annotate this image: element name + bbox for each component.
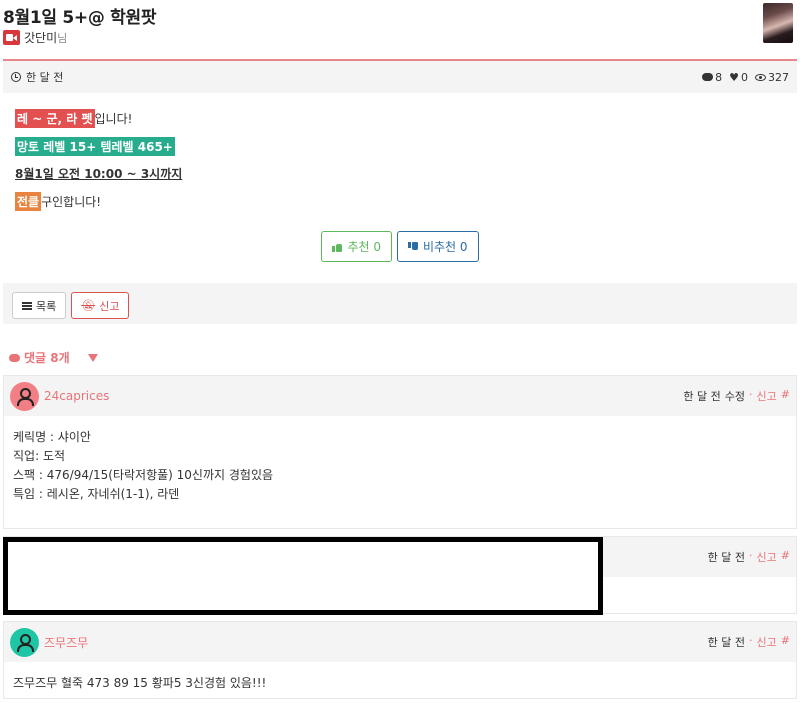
list-button[interactable]: 목록: [12, 292, 67, 319]
like-count: 0: [741, 70, 748, 84]
highlight-text: 망토 레벨 15+ 템레벨 465+: [15, 136, 175, 156]
schedule-text: 8월1일 오전 10:00 ~ 3시까지: [15, 167, 183, 182]
bell-slash-icon: 🔕︎: [81, 299, 96, 312]
post-line: 전클 구인합니다!: [15, 188, 785, 216]
report-button[interactable]: 🔕︎ 신고: [71, 292, 130, 319]
post-actions: 목록 🔕︎ 신고: [12, 292, 130, 319]
comment-line: 특임 : 레시온, 자네쉬(1-1), 라덴: [13, 487, 180, 501]
post-text: 입니다!: [94, 112, 133, 127]
comment-item: 즈무즈무 한 달 전 · 신고 # 즈무즈무 혈죽 473 89 15 황파5 …: [3, 621, 797, 699]
clock-icon: [11, 72, 21, 82]
highlight-text: 레 ~ 군, 라 펫: [15, 109, 95, 129]
comment-header: 즈무즈무 한 달 전 · 신고 #: [4, 622, 796, 662]
meta-separator: ·: [749, 634, 753, 647]
commenter-name[interactable]: 즈무즈무: [44, 634, 88, 651]
thumbs-down-icon: [407, 241, 418, 252]
comment-count: 8: [715, 70, 723, 84]
comment-anchor-link[interactable]: #: [781, 388, 790, 404]
downvote-button[interactable]: 비추천 0: [396, 231, 479, 262]
author-row: 갓단미 님: [3, 29, 67, 46]
comment-report-link[interactable]: 신고: [757, 634, 777, 650]
post-title: 8월1일 5+@ 학원팟: [3, 8, 157, 28]
comment-body: 케릭명 : 샤이안 직업: 도적 스팩 : 476/94/15(타락저항풀) 1…: [4, 416, 796, 516]
comment-item: 24caprices 한 달 전 수정 · 신고 # 케릭명 : 샤이안 직업:…: [3, 375, 797, 529]
upvote-label: 추천 0: [347, 240, 381, 254]
comments-count-label: 댓글 8개: [24, 351, 70, 365]
view-count: 327: [768, 70, 789, 84]
highlight-text: 전클: [15, 191, 42, 211]
comment-bubble-icon: [9, 353, 20, 362]
heart-icon: ♥: [729, 70, 739, 84]
comment-icon: [702, 73, 714, 81]
vote-row: 추천 0 비추천 0: [3, 231, 797, 262]
downvote-label: 비추천 0: [422, 240, 468, 254]
list-icon: [22, 301, 32, 310]
post-panel: 한 달 전 8 ♥ 0 327 레 ~ 군, 라 펫 입니다! 망토 레벨 15+ …: [3, 59, 797, 324]
eye-icon: [755, 73, 766, 81]
commenter-name[interactable]: 24caprices: [44, 389, 109, 403]
redaction-box: [3, 537, 603, 615]
comment-time: 한 달 전: [683, 390, 721, 403]
post-text: 구인합니다!: [41, 194, 102, 209]
video-camera-icon: [3, 30, 20, 45]
comment-line: 직업: 도적: [13, 449, 66, 463]
comment-anchor-link[interactable]: #: [781, 634, 790, 650]
user-avatar-icon[interactable]: [10, 381, 39, 411]
comment-line: 케릭명 : 샤이안: [13, 430, 91, 444]
author-name[interactable]: 갓단미: [24, 29, 57, 46]
thumbs-up-icon: [332, 242, 343, 252]
comment-body: 즈무즈무 혈죽 473 89 15 황파5 3신경험 있음!!!: [4, 662, 796, 703]
post-line: 8월1일 오전 10:00 ~ 3시까지: [15, 160, 785, 188]
meta-separator: ·: [749, 388, 753, 401]
post-line: 레 ~ 군, 라 펫 입니다!: [15, 105, 785, 133]
post-meta-bar: 한 달 전 8 ♥ 0 327: [3, 61, 797, 93]
upvote-button[interactable]: 추천 0: [321, 231, 392, 262]
author-avatar[interactable]: [763, 3, 793, 43]
list-label: 목록: [36, 299, 57, 313]
comment-report-link[interactable]: 신고: [757, 388, 777, 404]
comment-line: 스팩 : 476/94/15(타락저항풀) 10신까지 경험있음: [13, 468, 274, 482]
post-line: 망토 레벨 15+ 템레벨 465+: [15, 133, 785, 161]
comment-anchor-link[interactable]: #: [781, 549, 790, 565]
caret-down-icon: [87, 353, 98, 362]
comment-line: 즈무즈무 혈죽 473 89 15 황파5 3신경험 있음!!!: [13, 676, 267, 690]
post-time: 한 달 전: [26, 71, 64, 84]
comment-report-link[interactable]: 신고: [757, 549, 777, 565]
meta-separator: ·: [749, 549, 753, 562]
comments-toggle[interactable]: 댓글 8개: [9, 349, 98, 366]
report-label: 신고: [99, 299, 120, 313]
post-body: 레 ~ 군, 라 펫 입니다! 망토 레벨 15+ 템레벨 465+ 8월1일 오…: [3, 93, 797, 283]
comment-edit-link[interactable]: 수정: [725, 388, 745, 404]
user-avatar-icon[interactable]: [10, 627, 39, 657]
comment-time: 한 달 전: [707, 551, 746, 564]
comment-header: 24caprices 한 달 전 수정 · 신고 #: [4, 376, 796, 416]
author-suffix: 님: [57, 31, 68, 45]
comment-time: 한 달 전: [707, 636, 746, 649]
